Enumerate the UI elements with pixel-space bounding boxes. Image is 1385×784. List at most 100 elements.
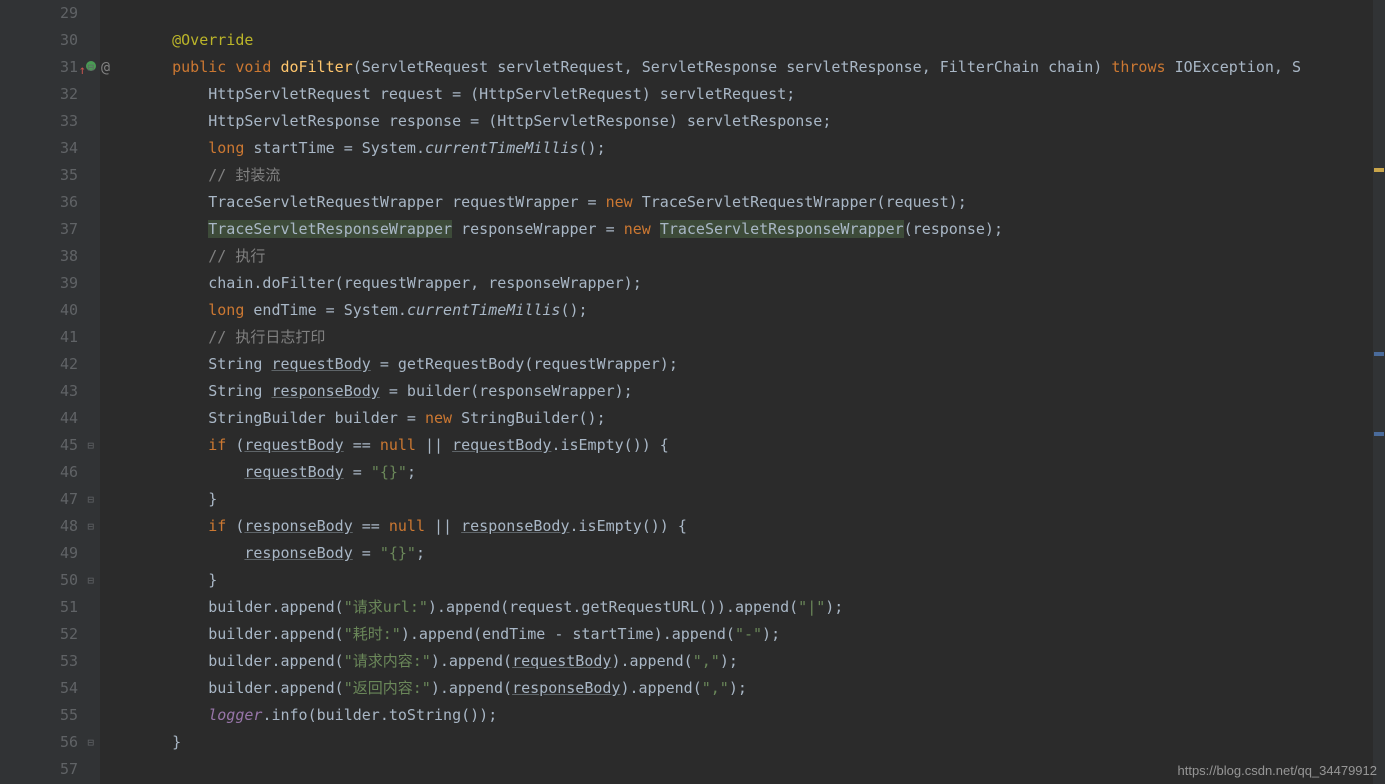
fold-toggle-icon[interactable]: ⊟ [87, 432, 94, 459]
line-number: 36 [0, 189, 78, 216]
code-token: = getRequestBody(requestWrapper); [371, 355, 678, 373]
code-line[interactable]: String responseBody = builder(responseWr… [136, 378, 1385, 405]
code-line[interactable] [136, 0, 1385, 27]
code-token: "请求url:" [344, 598, 428, 616]
code-token: "耗时:" [344, 625, 401, 643]
code-token: ); [825, 598, 843, 616]
code-token: builder.append( [208, 625, 343, 643]
code-line[interactable]: builder.append("请求内容:").append(requestBo… [136, 648, 1385, 675]
code-token: builder.append( [208, 652, 343, 670]
code-line[interactable]: long endTime = System.currentTimeMillis(… [136, 297, 1385, 324]
overview-marker[interactable] [1374, 352, 1384, 356]
line-number: 51 [0, 594, 78, 621]
fold-toggle-icon[interactable]: ⊟ [87, 54, 94, 81]
code-token: // 执行 [208, 247, 265, 265]
code-token: || [416, 436, 452, 454]
line-number: 56⊟ [0, 729, 78, 756]
code-token: ); [720, 652, 738, 670]
overview-ruler[interactable] [1373, 0, 1385, 784]
code-token: responseBody [271, 382, 379, 400]
fold-toggle-icon[interactable]: ⊟ [87, 729, 94, 756]
fold-toggle-icon[interactable]: ⊟ [87, 513, 94, 540]
line-number: 31↑@⊟ [0, 54, 78, 81]
code-line[interactable]: @Override [136, 27, 1385, 54]
code-token: new [425, 409, 461, 427]
code-token: "请求内容:" [344, 652, 431, 670]
code-line[interactable]: } [136, 567, 1385, 594]
code-token: "返回内容:" [344, 679, 431, 697]
code-line[interactable]: chain.doFilter(requestWrapper, responseW… [136, 270, 1385, 297]
fold-toggle-icon[interactable]: ⊟ [87, 567, 94, 594]
code-token: (response); [904, 220, 1003, 238]
line-number: 38 [0, 243, 78, 270]
code-line[interactable]: builder.append("请求url:").append(request.… [136, 594, 1385, 621]
gutter: 293031↑@⊟3233343536373839404142434445⊟46… [0, 0, 100, 784]
code-area[interactable]: @Override public void doFilter(ServletRe… [100, 0, 1385, 784]
line-number: 48⊟ [0, 513, 78, 540]
line-number: 41 [0, 324, 78, 351]
code-token: logger [208, 706, 262, 724]
code-token: = builder(responseWrapper); [380, 382, 633, 400]
code-line[interactable]: } [136, 729, 1385, 756]
code-token: = [353, 544, 380, 562]
code-token: void [235, 58, 280, 76]
code-line[interactable]: if (requestBody == null || requestBody.i… [136, 432, 1385, 459]
overview-marker[interactable] [1374, 168, 1384, 172]
code-token: requestBody [244, 463, 343, 481]
code-token: (ServletRequest servletRequest, ServletR… [353, 58, 1112, 76]
code-token: ).append( [431, 652, 512, 670]
code-line[interactable]: if (responseBody == null || responseBody… [136, 513, 1385, 540]
code-editor[interactable]: 293031↑@⊟3233343536373839404142434445⊟46… [0, 0, 1385, 784]
code-token: // 执行日志打印 [208, 328, 325, 346]
code-line[interactable]: // 封装流 [136, 162, 1385, 189]
code-token: responseWrapper = [452, 220, 624, 238]
code-token: = [344, 463, 371, 481]
code-token: || [425, 517, 461, 535]
code-line[interactable]: TraceServletRequestWrapper requestWrappe… [136, 189, 1385, 216]
code-token: "," [693, 652, 720, 670]
code-token: == [344, 436, 380, 454]
overview-marker[interactable] [1374, 432, 1384, 436]
code-token: String [208, 382, 271, 400]
code-line[interactable]: StringBuilder builder = new StringBuilde… [136, 405, 1385, 432]
override-up-icon[interactable]: ↑ [79, 57, 86, 84]
code-token: // 封装流 [208, 166, 280, 184]
fold-toggle-icon[interactable]: ⊟ [87, 486, 94, 513]
code-line[interactable]: builder.append("返回内容:").append(responseB… [136, 675, 1385, 702]
code-token: "-" [735, 625, 762, 643]
line-number: 32 [0, 81, 78, 108]
code-token: new [606, 193, 642, 211]
code-line[interactable]: builder.append("耗时:").append(endTime - s… [136, 621, 1385, 648]
code-line[interactable]: // 执行 [136, 243, 1385, 270]
code-token: endTime = System. [253, 301, 407, 319]
code-token: chain.doFilter(requestWrapper, responseW… [208, 274, 641, 292]
code-line[interactable]: TraceServletResponseWrapper responseWrap… [136, 216, 1385, 243]
code-line[interactable]: // 执行日志打印 [136, 324, 1385, 351]
line-number: 29 [0, 0, 78, 27]
code-line[interactable]: String requestBody = getRequestBody(requ… [136, 351, 1385, 378]
line-number: 42 [0, 351, 78, 378]
code-token: startTime = System. [253, 139, 425, 157]
code-token: responseBody [512, 679, 620, 697]
code-token: requestBody [512, 652, 611, 670]
line-number: 55 [0, 702, 78, 729]
code-token: ); [762, 625, 780, 643]
code-token: new [624, 220, 660, 238]
code-token: TraceServletRequestWrapper requestWrappe… [208, 193, 605, 211]
code-token: HttpServletRequest request = (HttpServle… [208, 85, 795, 103]
code-token: "{}" [371, 463, 407, 481]
code-token: ).append( [431, 679, 512, 697]
code-line[interactable]: logger.info(builder.toString()); [136, 702, 1385, 729]
code-token: responseBody [244, 517, 352, 535]
line-number: 45⊟ [0, 432, 78, 459]
code-line[interactable]: HttpServletRequest request = (HttpServle… [136, 81, 1385, 108]
code-line[interactable]: requestBody = "{}"; [136, 459, 1385, 486]
code-line[interactable]: } [136, 486, 1385, 513]
code-token: requestBody [452, 436, 551, 454]
code-line[interactable]: public void doFilter(ServletRequest serv… [136, 54, 1385, 81]
code-line[interactable]: responseBody = "{}"; [136, 540, 1385, 567]
line-number: 53 [0, 648, 78, 675]
code-line[interactable]: long startTime = System.currentTimeMilli… [136, 135, 1385, 162]
code-token: requestBody [271, 355, 370, 373]
code-line[interactable]: HttpServletResponse response = (HttpServ… [136, 108, 1385, 135]
